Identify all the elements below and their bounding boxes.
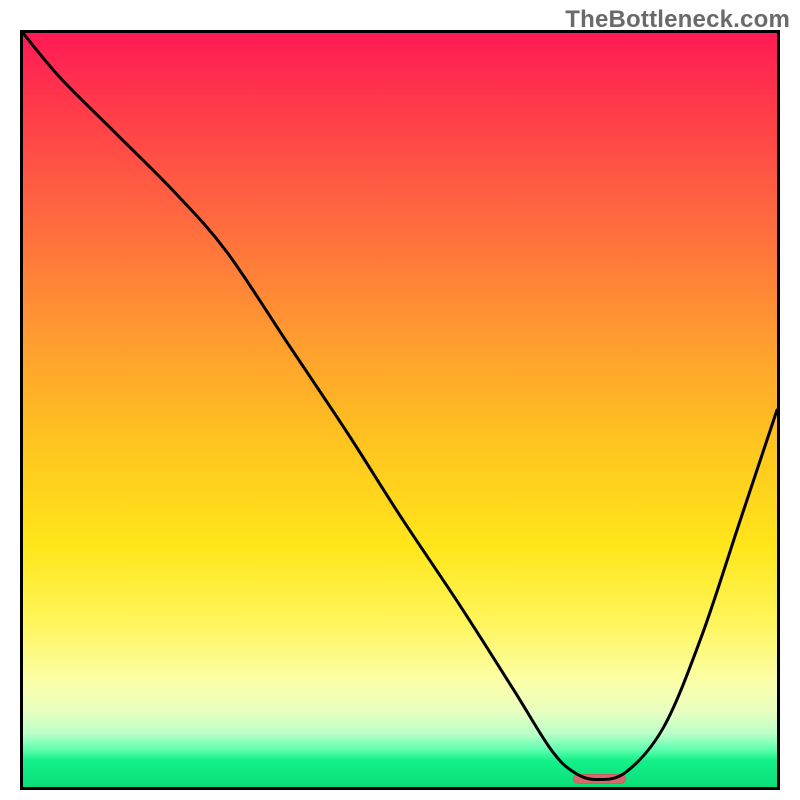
bottleneck-curve bbox=[23, 33, 777, 787]
plot-frame bbox=[20, 30, 780, 790]
bottleneck-chart: TheBottleneck.com bbox=[0, 0, 800, 800]
